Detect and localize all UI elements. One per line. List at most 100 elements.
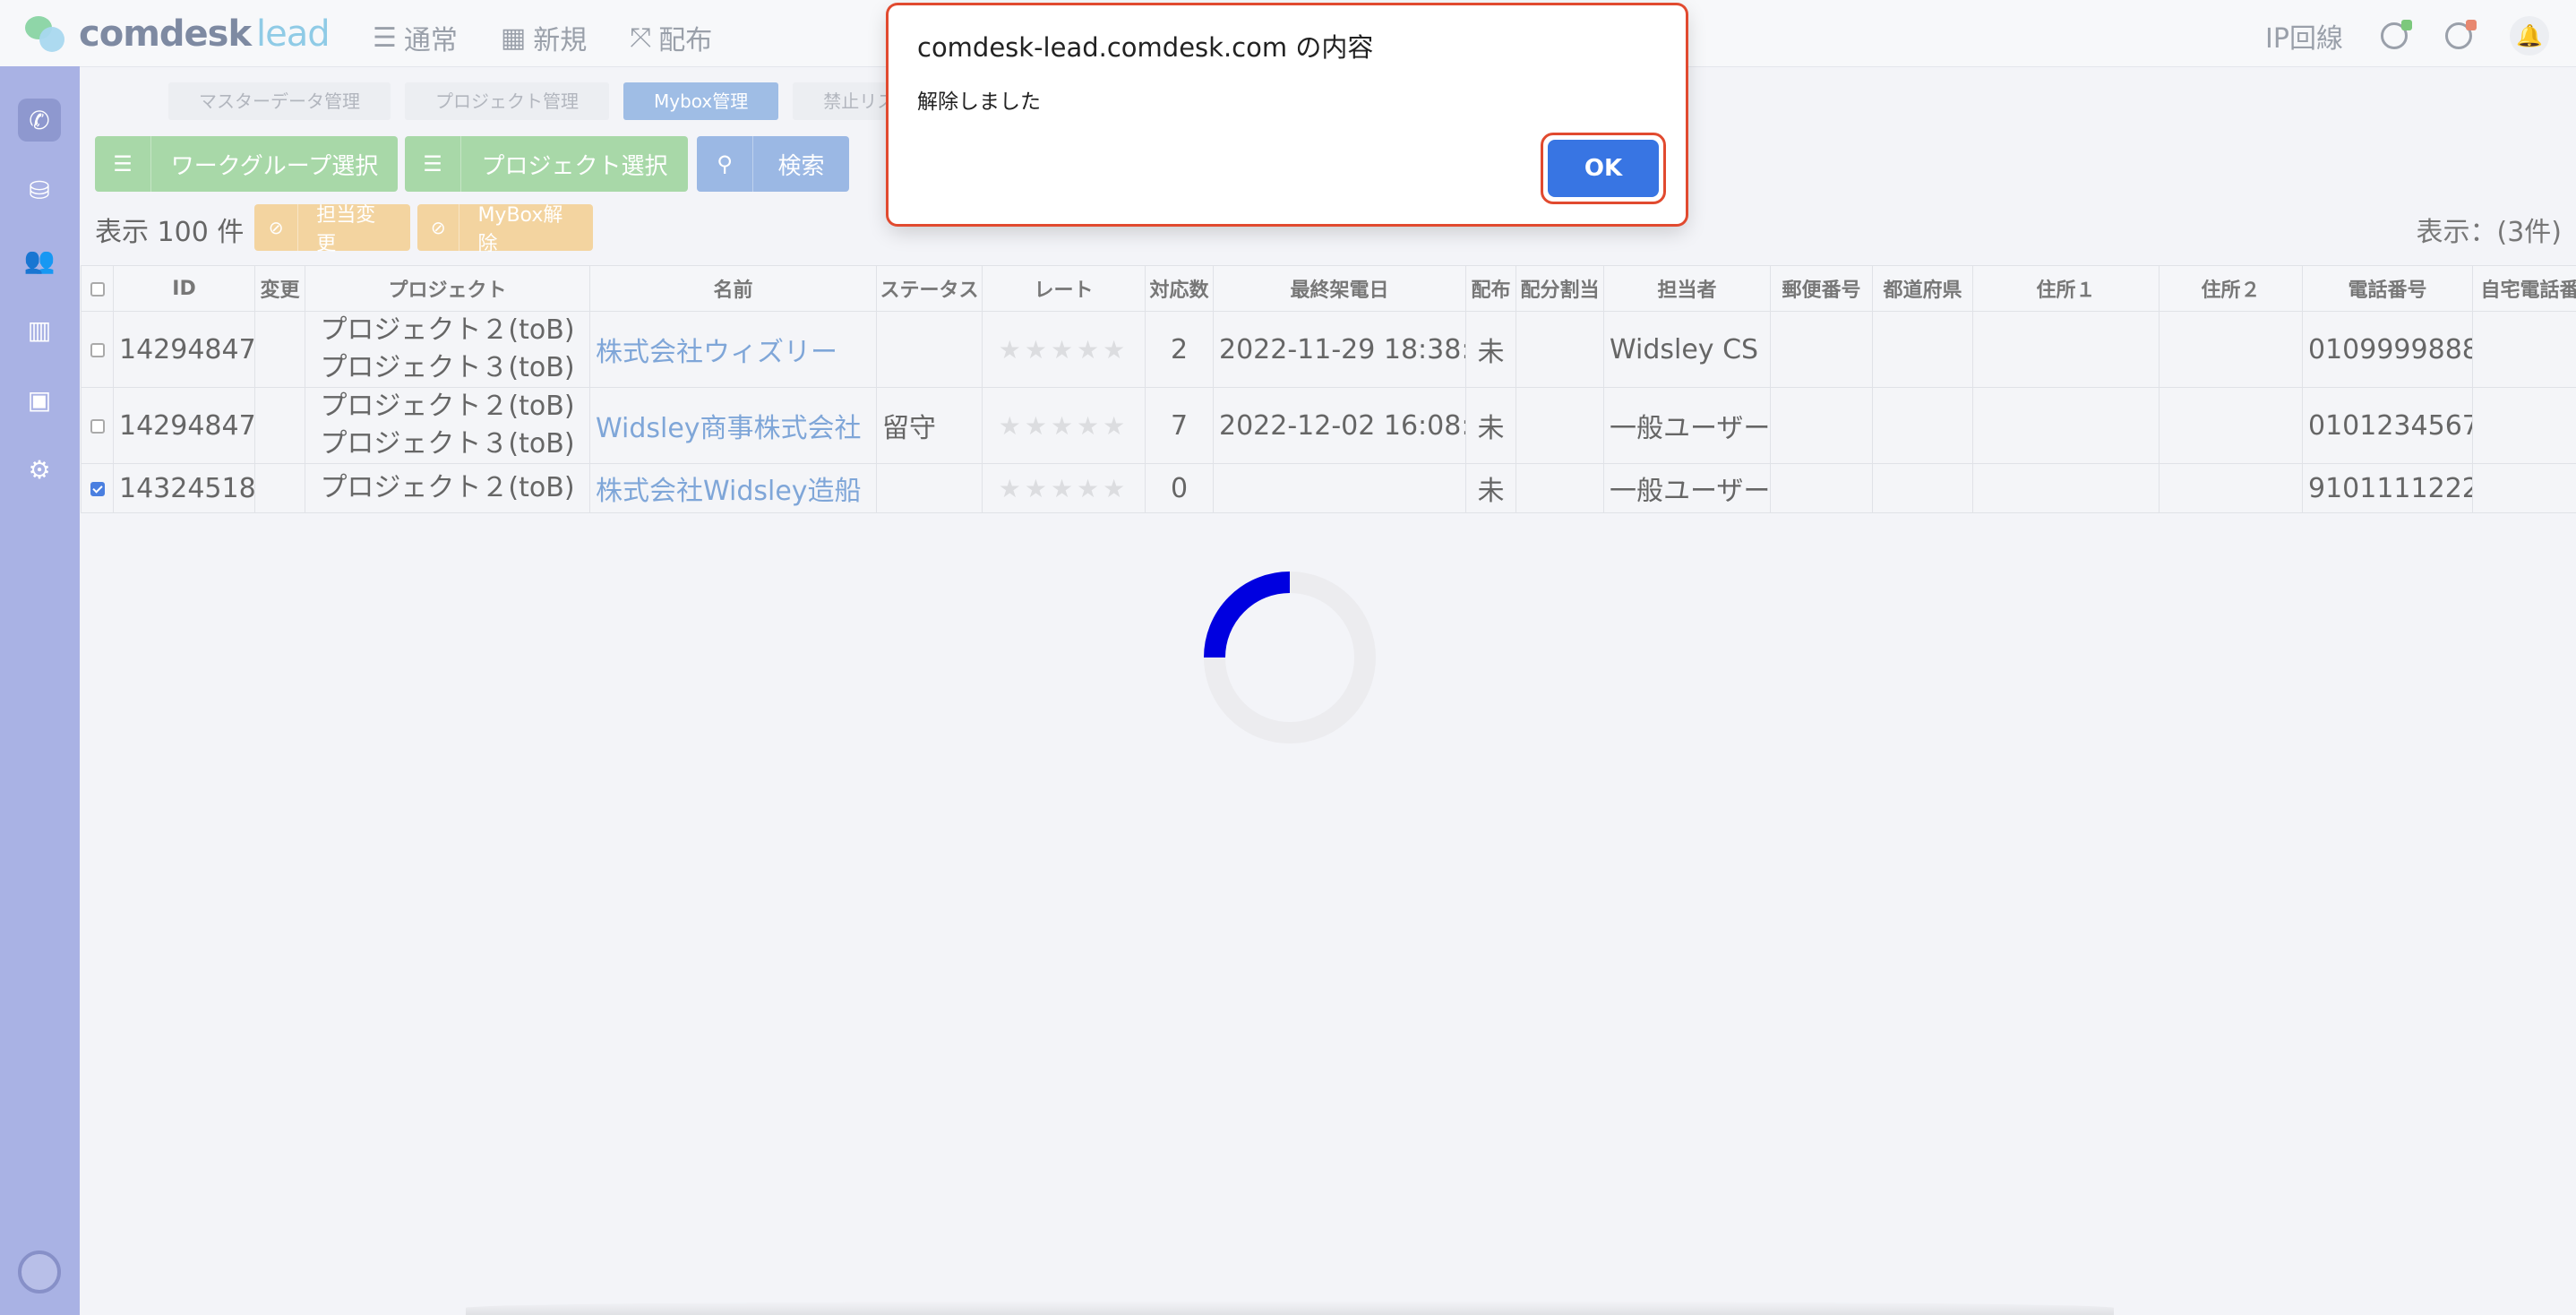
page-size-label[interactable]: 表示 100 件 (95, 210, 244, 249)
column-header[interactable]: 郵便番号 (1770, 265, 1873, 312)
last-call-cell (1213, 463, 1466, 513)
column-header[interactable]: 最終架電日 (1213, 265, 1466, 312)
row-select-cell[interactable] (81, 311, 114, 388)
timer-alert-icon[interactable] (2445, 20, 2477, 49)
column-header[interactable]: 配布 (1465, 265, 1516, 312)
allocation-cell (1516, 387, 1604, 464)
top-right: IP回線 🔔 (2265, 16, 2549, 56)
column-header[interactable]: プロジェクト (305, 265, 590, 312)
ip-line-label[interactable]: IP回線 (2265, 16, 2343, 56)
logo[interactable]: comdesk lead (23, 11, 331, 57)
id-cell: 142948471 (113, 311, 255, 388)
name-link[interactable]: Widsley商事株式会社 (589, 387, 877, 464)
project-cell: プロジェクト２(toB) プロジェクト３(toB) (305, 311, 590, 388)
select-all-checkbox[interactable] (90, 281, 105, 297)
gear-icon[interactable]: ⚙ (18, 448, 61, 491)
last-call-cell: 2022-12-02 16:08:44 (1213, 387, 1466, 464)
name-link[interactable]: 株式会社Widsley造船 (589, 463, 877, 513)
tab-bar: マスターデータ管理 プロジェクト管理 Mybox管理 禁止リスト管理 (168, 82, 980, 120)
ban-icon: ⊘ (417, 204, 460, 251)
rating-stars[interactable]: ★★★★★ (982, 463, 1146, 513)
change-cell (254, 387, 305, 464)
rating-stars[interactable]: ★★★★★ (982, 387, 1146, 464)
grid-icon: ▦ (500, 21, 527, 54)
project-cell: プロジェクト２(toB) プロジェクト３(toB) (305, 387, 590, 464)
tab-project[interactable]: プロジェクト管理 (405, 82, 609, 120)
last-call-cell: 2022-11-29 18:38:29 (1213, 311, 1466, 388)
timer-icon[interactable] (2381, 20, 2412, 49)
phone-cell: 01099998888 (2302, 311, 2473, 388)
prefecture-cell (1872, 311, 1973, 388)
nav-normal[interactable]: ☰ 通常 (373, 18, 458, 57)
ban-icon: ⊘ (254, 204, 299, 251)
tab-master-data[interactable]: マスターデータ管理 (168, 82, 391, 120)
avatar[interactable] (18, 1251, 61, 1294)
select-all-header[interactable] (81, 265, 114, 312)
workgroup-select-button[interactable]: ☰ ワークグループ選択 (95, 136, 398, 192)
column-header[interactable]: 配分割当 (1516, 265, 1604, 312)
distribution-cell: 未 (1465, 311, 1516, 388)
name-link[interactable]: 株式会社ウィズリー (589, 311, 877, 388)
distribution-cell: 未 (1465, 463, 1516, 513)
column-header[interactable]: 変更 (254, 265, 305, 312)
column-header[interactable]: 住所２ (2159, 265, 2303, 312)
column-header[interactable]: 名前 (589, 265, 877, 312)
table-row[interactable]: 142948471 プロジェクト２(toB)プロジェクト３(toB) 株式会社ウ… (81, 311, 2576, 388)
ok-button[interactable]: OK (1548, 140, 1659, 197)
board-icon[interactable]: ▣ (18, 378, 61, 421)
column-header[interactable]: ID (113, 265, 255, 312)
dialog-message: 解除しました (917, 90, 1041, 114)
tab-mybox[interactable]: Mybox管理 (623, 82, 779, 120)
address2-cell (2159, 387, 2303, 464)
column-header[interactable]: 対応数 (1145, 265, 1214, 312)
database-icon[interactable]: ⛁ (18, 168, 61, 211)
bar-chart-icon[interactable]: ▥ (18, 308, 61, 351)
status-cell: 留守 (876, 387, 983, 464)
column-header[interactable]: 都道府県 (1872, 265, 1973, 312)
phone-cell: 01012345678 (2302, 387, 2473, 464)
owner-cell: 一般ユーザー (1603, 463, 1771, 513)
column-header[interactable]: 電話番号 (2302, 265, 2473, 312)
address1-cell (1972, 387, 2160, 464)
row-checkbox-checked[interactable] (90, 482, 105, 496)
row-select-cell[interactable] (81, 463, 114, 513)
row-checkbox[interactable] (90, 343, 105, 357)
column-header[interactable]: 住所１ (1972, 265, 2160, 312)
status-cell (876, 311, 983, 388)
table-row[interactable]: 142948473 プロジェクト２(toB)プロジェクト３(toB) Widsl… (81, 387, 2576, 464)
owner-cell: Widsley CS (1603, 311, 1771, 388)
address2-cell (2159, 311, 2303, 388)
rating-stars[interactable]: ★★★★★ (982, 311, 1146, 388)
row-select-cell[interactable] (81, 387, 114, 464)
display-count: 表示：(3件) (2416, 217, 2563, 248)
allocation-cell (1516, 463, 1604, 513)
owner-cell: 一般ユーザー (1603, 387, 1771, 464)
table-row[interactable]: 143245182 プロジェクト２(toB) 株式会社Widsley造船 ★★★… (81, 463, 2576, 513)
row-checkbox[interactable] (90, 419, 105, 434)
id-cell: 142948473 (113, 387, 255, 464)
project-select-button[interactable]: ☰ プロジェクト選択 (405, 136, 688, 192)
bell-icon[interactable]: 🔔 (2510, 16, 2549, 56)
change-owner-button[interactable]: ⊘ 担当変更 (254, 204, 410, 255)
nav-distribute[interactable]: ⤧ 配布 (630, 18, 712, 57)
bottom-shadow (466, 1301, 2114, 1315)
count-cell: 2 (1145, 311, 1214, 388)
expand-icon: ⤧ (630, 21, 652, 54)
logo-mark-icon (23, 11, 68, 57)
change-cell (254, 463, 305, 513)
column-header[interactable]: レート (982, 265, 1146, 312)
change-cell (254, 311, 305, 388)
nav-new[interactable]: ▦ 新規 (501, 18, 587, 57)
column-header[interactable]: ステータス (876, 265, 983, 312)
users-icon[interactable]: 👥 (18, 238, 61, 281)
logo-text: comdesk lead (79, 13, 331, 55)
phone-icon[interactable]: ✆ (18, 99, 61, 142)
loading-spinner-icon (1204, 572, 1376, 743)
column-header[interactable]: 自宅電話番号 (2472, 265, 2576, 312)
mybox-release-button[interactable]: ⊘ MyBox解除 (417, 204, 593, 255)
address2-cell (2159, 463, 2303, 513)
count-cell: 0 (1145, 463, 1214, 513)
project-cell: プロジェクト２(toB) (305, 463, 590, 513)
search-button[interactable]: ⚲ 検索 (697, 136, 849, 192)
column-header[interactable]: 担当者 (1603, 265, 1771, 312)
